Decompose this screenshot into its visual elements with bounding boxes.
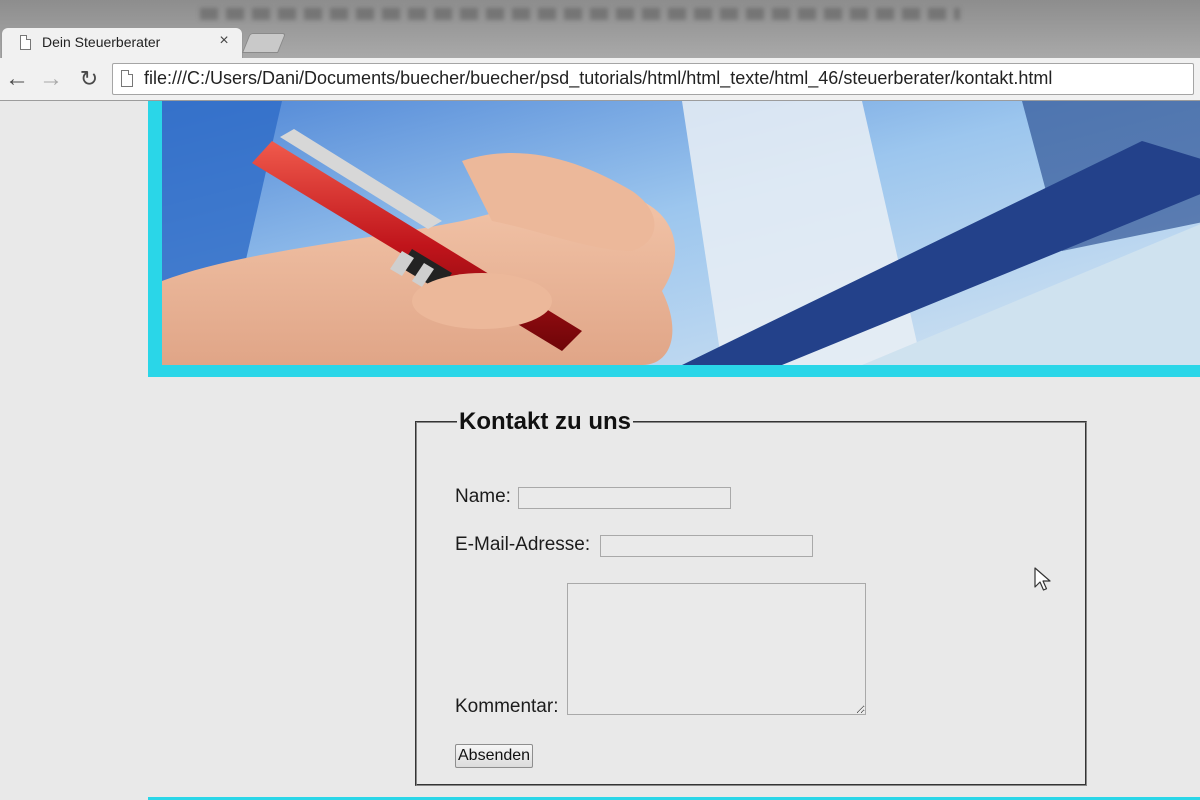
email-label: E-Mail-Adresse:	[455, 534, 591, 555]
page-viewport: Kontakt zu uns Name: E-Mail-Adresse: Kom…	[0, 101, 1200, 800]
back-icon[interactable]: ←	[4, 66, 30, 92]
name-label: Name:	[455, 486, 511, 507]
new-tab-button[interactable]	[241, 33, 287, 53]
hero-banner	[148, 101, 1200, 377]
forward-icon[interactable]: →	[38, 66, 64, 92]
tab-strip: Dein Steuerberater ×	[0, 0, 1200, 58]
tab-title: Dein Steuerberater	[42, 34, 161, 50]
close-tab-icon[interactable]: ×	[216, 31, 232, 51]
mouse-pointer-icon	[1034, 567, 1051, 591]
comment-label: Kommentar:	[455, 696, 559, 717]
comment-textarea[interactable]	[567, 583, 866, 715]
submit-button[interactable]: Absenden	[455, 744, 534, 768]
browser-tab-active[interactable]: Dein Steuerberater ×	[2, 28, 242, 58]
hero-photo	[162, 101, 1200, 365]
page-icon	[121, 70, 133, 87]
background-window-blur	[200, 8, 960, 20]
contact-form: Kontakt zu uns Name: E-Mail-Adresse: Kom…	[415, 408, 1087, 786]
email-input[interactable]	[600, 535, 813, 557]
browser-toolbar: ← → ↻ file:///C:/Users/Dani/Documents/bu…	[0, 58, 1200, 101]
address-bar-url[interactable]: file:///C:/Users/Dani/Documents/buecher/…	[144, 68, 1052, 89]
page-icon	[20, 35, 31, 50]
address-bar[interactable]: file:///C:/Users/Dani/Documents/buecher/…	[112, 63, 1194, 95]
reload-icon[interactable]: ↻	[76, 66, 102, 92]
name-input[interactable]	[518, 487, 731, 509]
form-legend: Kontakt zu uns	[459, 408, 631, 435]
